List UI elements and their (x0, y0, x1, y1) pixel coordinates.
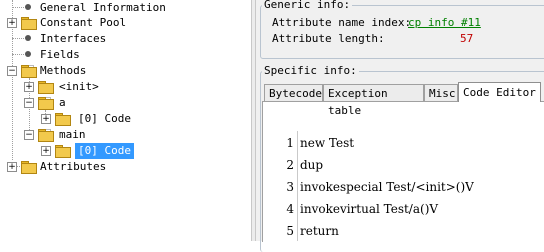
collapse-icon[interactable]: − (24, 130, 34, 140)
leaf-bullet-icon (25, 4, 31, 10)
tree-item-label: Methods (40, 64, 87, 77)
code-line[interactable]: new Test (300, 132, 354, 154)
open-folder-icon (38, 97, 54, 110)
leaf-bullet-icon (25, 51, 31, 57)
folder-icon (21, 17, 37, 30)
attribute-length-value: 57 (460, 32, 474, 45)
tab-misc[interactable]: Misc (424, 84, 458, 101)
code-line[interactable]: dup (300, 154, 323, 176)
tree-item-attributes[interactable]: + Attributes (0, 159, 251, 175)
tree-item-general-information[interactable]: General Information (0, 0, 251, 16)
folder-icon (55, 145, 71, 158)
tree-item-main-code[interactable]: + [0] Code (0, 143, 251, 159)
code-line[interactable]: invokevirtual Test/a()V (300, 198, 438, 220)
collapse-icon[interactable]: − (24, 98, 34, 108)
expand-icon[interactable]: + (41, 146, 51, 156)
open-folder-icon (38, 129, 54, 142)
tree-item-label: Attributes (40, 160, 107, 173)
tree-item-label: Constant Pool (40, 16, 127, 29)
tree-item-label: [0] Code (78, 112, 131, 125)
tree-item-label-selected: [0] Code (75, 143, 134, 159)
tree-item-interfaces[interactable]: Interfaces (0, 31, 251, 47)
line-number: 3 (286, 180, 294, 194)
expand-icon[interactable]: + (24, 82, 34, 92)
tree-item-method-init[interactable]: + <init> (0, 79, 251, 95)
expand-icon[interactable]: + (7, 162, 17, 172)
line-number: 2 (286, 158, 294, 172)
tree-item-label: Fields (40, 48, 80, 61)
tree-item-a-code[interactable]: + [0] Code (0, 111, 251, 127)
open-folder-icon (21, 65, 37, 78)
tree-item-constant-pool[interactable]: + Constant Pool (0, 15, 251, 31)
tree-item-method-a[interactable]: − a (0, 95, 251, 111)
specific-info-legend: Specific info: (262, 64, 359, 77)
code-line[interactable]: return (300, 220, 339, 242)
line-number: 5 (286, 224, 294, 238)
tree-item-label: <init> (59, 80, 99, 93)
generic-info-legend: Generic info: (262, 0, 353, 11)
tree-item-label: General Information (40, 1, 166, 14)
leaf-bullet-icon (25, 35, 31, 41)
attribute-name-index-label: Attribute name index: (272, 16, 412, 29)
code-line[interactable]: invokespecial Test/<init>()V (300, 176, 474, 198)
expand-icon[interactable]: + (41, 114, 51, 124)
folder-icon (55, 113, 71, 126)
tree-item-methods[interactable]: − Methods (0, 63, 251, 79)
attribute-detail-panel: Generic info: Attribute name index: cp i… (256, 0, 544, 252)
tree-item-fields[interactable]: Fields (0, 47, 251, 63)
tab-code-editor[interactable]: Code Editor (458, 82, 541, 102)
class-structure-tree[interactable]: General Information + Constant Pool Inte… (0, 0, 251, 241)
folder-icon (21, 161, 37, 174)
tree-item-method-main[interactable]: − main (0, 127, 251, 143)
tab-exception-table[interactable]: Exception table (323, 84, 424, 117)
line-number: 1 (286, 136, 294, 150)
code-editor[interactable]: 1 new Test 2 dup 3 invokespecial Test/<i… (264, 131, 544, 241)
line-number: 4 (286, 202, 294, 216)
attribute-name-index-link[interactable]: cp info #11 (408, 16, 481, 29)
tree-item-label: main (59, 128, 86, 141)
folder-icon (38, 81, 54, 94)
attribute-length-label: Attribute length: (272, 32, 385, 45)
expand-icon[interactable]: + (7, 18, 17, 28)
tab-bytecode[interactable]: Bytecode (264, 84, 323, 101)
collapse-icon[interactable]: − (7, 66, 17, 76)
tree-item-label: a (59, 96, 66, 109)
tree-item-label: Interfaces (40, 32, 107, 45)
